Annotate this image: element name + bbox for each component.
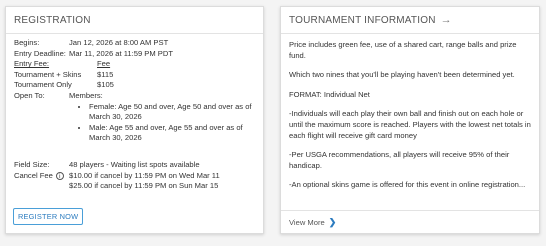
fee-row: Tournament + Skins $115 [14,70,255,81]
arrow-right-icon: → [440,14,452,26]
begins-value: Jan 12, 2026 at 8:00 AM PST [69,38,169,47]
cancel-fee-values: $10.00 if cancel by 11:59 PM on Wed Mar … [69,171,220,192]
deadline-value: Mar 11, 2026 at 11:59 PM PDT [69,48,173,58]
info-icon[interactable]: i [55,171,64,180]
begins-label: Begins: [14,38,40,47]
info-paragraph: -An optional skins game is offered for t… [289,180,526,190]
registration-body: Begins: Jan 12, 2026 at 8:00 AM PST Entr… [6,34,263,192]
cancel-fee-item: $10.00 if cancel by 11:59 PM on Wed Mar … [69,170,220,180]
open-to-row: Open To: Members: Female: Age 50 and ove… [14,91,255,144]
view-more-link[interactable]: View More ❯ [281,210,539,233]
members-list-item: Male: Age 55 and over, Age 55 and over a… [89,123,255,144]
registration-card: REGISTRATION Begins: Jan 12, 2026 at 8:0… [5,6,264,234]
view-more-label: View More [289,217,325,227]
registration-title: REGISTRATION [14,14,91,26]
cancel-fee-label: Cancel Fee [14,170,53,180]
cancel-fee-label-wrap: Cancel Fee i [14,171,69,192]
field-size-row: Field Size: 48 players - Waiting list sp… [14,160,255,171]
open-to-value: Members: Female: Age 50 and over, Age 50… [69,91,255,144]
fee-amount: $115 [97,69,114,79]
field-size-value: 48 players - Waiting list spots availabl… [69,159,200,169]
members-label: Members: [69,90,103,100]
field-size-label: Field Size: [14,159,50,169]
tournament-info-header[interactable]: TOURNAMENT INFORMATION → [281,7,539,34]
deadline-row: Entry Deadline: Mar 11, 2026 at 11:59 PM… [14,49,255,60]
info-paragraph: Price includes green fee, use of a share… [289,40,517,60]
tournament-info-body: Price includes green fee, use of a share… [281,34,539,191]
members-list: Female: Age 50 and over, Age 50 and over… [69,102,255,144]
fee-name: Tournament Only [14,80,72,90]
fee-amount: $105 [97,80,114,90]
entry-fee-header-row: Entry Fee: Fee [14,59,255,70]
members-list-item: Female: Age 50 and over, Age 50 and over… [89,102,255,123]
begins-row: Begins: Jan 12, 2026 at 8:00 AM PST [14,38,255,49]
info-paragraph: -Individuals will each play their own ba… [289,109,531,140]
info-paragraph: FORMAT: Individual Net [289,89,370,99]
info-paragraph: -Per USGA recommendations, all players w… [289,150,510,170]
tournament-info-card: TOURNAMENT INFORMATION → Price includes … [280,6,540,234]
tournament-info-title: TOURNAMENT INFORMATION [289,14,436,26]
fee-row: Tournament Only $105 [14,80,255,91]
open-to-label: Open To: [14,90,45,100]
entry-fee-label: Entry Fee: [14,59,50,69]
fee-column-label: Fee [97,59,111,69]
info-paragraph: Which two nines that you'll be playing h… [289,70,515,80]
cancel-fee-row: Cancel Fee i $10.00 if cancel by 11:59 PM… [14,171,255,192]
chevron-right-icon: ❯ [328,216,337,227]
cancel-fee-item: $25.00 if cancel by 11:59 PM on Sun Mar … [69,181,219,191]
fee-name: Tournament + Skins [14,69,82,79]
register-now-button[interactable]: REGISTER NOW [13,208,84,225]
deadline-label: Entry Deadline: [14,48,66,58]
registration-header: REGISTRATION [6,7,263,34]
